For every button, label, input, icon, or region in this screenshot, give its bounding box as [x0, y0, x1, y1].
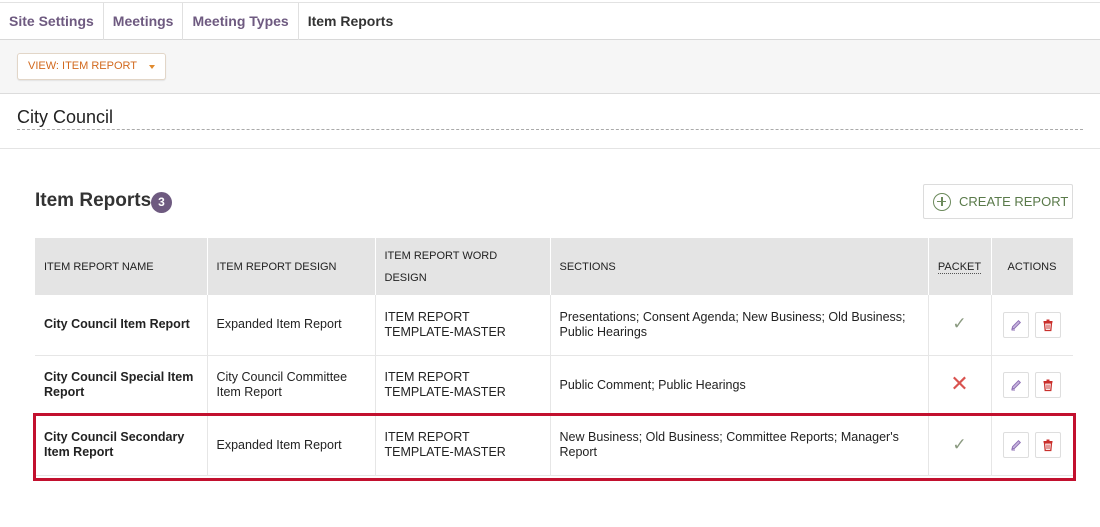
create-report-button[interactable]: CREATE REPORT — [923, 184, 1073, 219]
row-name: City Council Secondary Item Report — [35, 415, 208, 476]
create-report-label: CREATE REPORT — [959, 194, 1069, 209]
header-packet-label: PACKET — [937, 260, 982, 274]
row-word-design: ITEM REPORT TEMPLATE-MASTER — [375, 355, 551, 416]
tab-meetings[interactable]: Meetings — [104, 3, 184, 40]
tab-site-settings[interactable]: Site Settings — [0, 3, 104, 40]
trash-icon — [1043, 379, 1053, 392]
row-word-design: ITEM REPORT TEMPLATE-MASTER — [375, 295, 551, 356]
council-title: City Council — [17, 106, 1083, 130]
table-header-row: ITEM REPORT NAME ITEM REPORT DESIGN ITEM… — [35, 238, 1074, 295]
row-sections: Presentations; Consent Agenda; New Busin… — [550, 295, 929, 356]
table-row: City Council Item Report Expanded Item R… — [35, 295, 1073, 356]
tab-meeting-types[interactable]: Meeting Types — [183, 3, 299, 40]
plus-circle-icon — [933, 192, 951, 211]
row-sections: New Business; Old Business; Committee Re… — [550, 415, 929, 476]
header-name: ITEM REPORT NAME — [35, 238, 208, 295]
check-icon: ✓ — [952, 434, 967, 454]
trash-icon — [1043, 319, 1053, 331]
trash-icon — [1043, 439, 1053, 452]
table-row: City Council Secondary Item Report Expan… — [35, 415, 1073, 476]
row-design: Expanded Item Report — [207, 295, 376, 356]
row-design: Expanded Item Report — [207, 415, 376, 476]
count-badge: 3 — [151, 192, 172, 213]
row-sections: Public Comment; Public Hearings — [550, 355, 929, 416]
delete-button[interactable] — [1035, 372, 1062, 398]
section-title: Item Reports — [35, 190, 152, 211]
table-row: City Council Special Item Report City Co… — [35, 355, 1073, 416]
header-actions: ACTIONS — [991, 238, 1074, 295]
row-design: City Council Committee Item Report — [207, 355, 376, 416]
header-sections: SECTIONS — [550, 238, 929, 295]
row-name: City Council Item Report — [35, 295, 208, 356]
top-tabs: Site Settings Meetings Meeting Types Ite… — [0, 2, 1100, 40]
delete-button[interactable] — [1035, 432, 1062, 458]
view-dropdown-button[interactable]: VIEW: ITEM REPORT — [17, 53, 166, 80]
header-packet[interactable]: PACKET — [928, 238, 992, 295]
pencil-icon — [1011, 379, 1022, 391]
row-name: City Council Special Item Report — [35, 355, 208, 416]
caret-down-icon — [149, 64, 155, 69]
view-dropdown-label: VIEW: ITEM REPORT — [28, 60, 137, 72]
header-design: ITEM REPORT DESIGN — [207, 238, 376, 295]
edit-button[interactable] — [1003, 372, 1030, 398]
pencil-icon — [1011, 319, 1022, 331]
check-icon: ✓ — [952, 314, 967, 334]
delete-button[interactable] — [1035, 311, 1062, 338]
edit-button[interactable] — [1003, 311, 1030, 338]
edit-button[interactable] — [1003, 432, 1030, 458]
header-word-design: ITEM REPORT WORD DESIGN — [375, 238, 551, 295]
tab-item-reports[interactable]: Item Reports — [299, 3, 403, 40]
pencil-icon — [1011, 439, 1022, 451]
item-reports-table: ITEM REPORT NAME ITEM REPORT DESIGN ITEM… — [35, 238, 1074, 476]
council-header: City Council — [0, 94, 1100, 149]
toolbar: VIEW: ITEM REPORT — [0, 40, 1100, 94]
row-word-design: ITEM REPORT TEMPLATE-MASTER — [375, 415, 551, 476]
x-icon: ✕ — [950, 370, 969, 396]
